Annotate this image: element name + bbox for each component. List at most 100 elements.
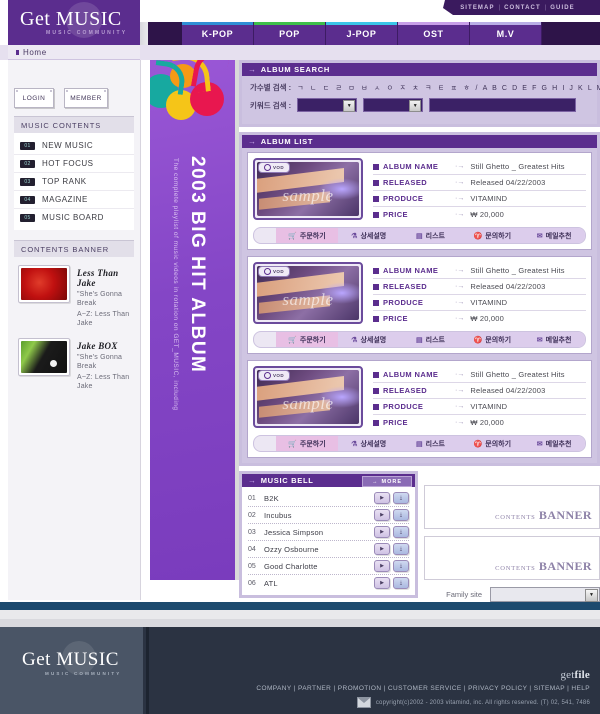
album-card[interactable]: sample VOD ALBUM NAME ·→ Still Ghetto _ …: [247, 256, 592, 354]
nav-item-jpop[interactable]: J-POP: [326, 22, 398, 45]
item-label: HOT FOCUS: [42, 159, 94, 168]
bell-download-button[interactable]: ⤓: [393, 560, 409, 572]
album-field-released: RELEASED ·→ Released 04/22/2003: [373, 175, 586, 191]
details-button[interactable]: ⚗ 상세설명: [337, 436, 400, 451]
bell-play-button[interactable]: ▶: [374, 492, 390, 504]
bell-item[interactable]: 04 Ozzy Osbourne ▶ ⤓: [248, 541, 409, 558]
sidebar-item-magazine[interactable]: 04 MAGAZINE: [14, 191, 134, 209]
list-button-label: 리스트: [425, 336, 445, 344]
footer-accent-band: [0, 602, 600, 610]
field-value: Released 04/22/2003: [470, 178, 546, 187]
mail-recommend-button[interactable]: ✉ 메일추천: [523, 332, 585, 347]
bell-play-button[interactable]: ▶: [374, 543, 390, 555]
mail-recommend-button[interactable]: ✉ 메일추천: [523, 228, 585, 243]
field-value: Released 04/22/2003: [470, 386, 546, 395]
inquiry-button[interactable]: ♈ 문의하기: [461, 436, 524, 451]
bell-download-button[interactable]: ⤓: [393, 509, 409, 521]
contents-banner-slot-2[interactable]: CONTENTS BANNER: [424, 536, 600, 580]
bell-item[interactable]: 01 B2K ▶ ⤓: [248, 490, 409, 507]
bell-download-button[interactable]: ⤓: [393, 543, 409, 555]
keyword-search-label: 키워드 검색 :: [250, 100, 292, 110]
getfile-logo[interactable]: getfile: [560, 669, 590, 681]
bell-item[interactable]: 02 Incubus ▶ ⤓: [248, 507, 409, 524]
list-button[interactable]: ▤ 리스트: [399, 228, 462, 243]
sidebar-item-top-rank[interactable]: 03 TOP RANK: [14, 173, 134, 191]
order-button[interactable]: 🛒 주문하기: [276, 436, 338, 451]
lower-section: → MUSIC BELL → MORE 01 B2K ▶ ⤓ 02 Incubu…: [239, 471, 600, 598]
family-site-select[interactable]: ▼: [490, 586, 600, 602]
music-bell-more-button[interactable]: → MORE: [362, 476, 412, 487]
list-button[interactable]: ▤ 리스트: [399, 436, 462, 451]
thumbnail-image: [21, 341, 67, 373]
search-field-select[interactable]: ▼: [363, 98, 424, 112]
bell-play-button[interactable]: ▶: [374, 509, 390, 521]
album-card[interactable]: sample VOD ALBUM NAME ·→ Still Ghetto _ …: [247, 360, 592, 458]
keyword-input[interactable]: [429, 98, 577, 112]
order-button[interactable]: 🛒 주문하기: [276, 228, 338, 243]
utility-link-sitemap[interactable]: SITEMAP: [460, 5, 494, 11]
bell-download-button[interactable]: ⤓: [393, 526, 409, 538]
mail-recommend-button[interactable]: ✉ 메일추천: [523, 436, 585, 451]
list-button[interactable]: ▤ 리스트: [399, 332, 462, 347]
download-icon: ⤓: [399, 546, 403, 552]
banner-desc-line1: "She's Gonna Break: [77, 291, 123, 307]
question-icon: ♈: [473, 232, 483, 240]
details-button[interactable]: ⚗ 상세설명: [337, 228, 400, 243]
member-button[interactable]: MEMBER: [64, 88, 108, 108]
item-number: 03: [20, 177, 35, 186]
utility-link-contact[interactable]: CONTACT: [504, 5, 541, 11]
thumbnail-image: [21, 268, 67, 300]
banner-item-jake-box[interactable]: Jake BOX "She's Gonna Break A~Z: Less Th…: [14, 334, 134, 397]
nav-item-ost[interactable]: OST: [398, 22, 470, 45]
field-value: Still Ghetto _ Greatest Hits: [470, 266, 565, 275]
album-card[interactable]: sample VOD ALBUM NAME ·→ Still Ghetto _ …: [247, 152, 592, 250]
inquiry-button[interactable]: ♈ 문의하기: [461, 228, 524, 243]
item-label: NEW MUSIC: [42, 141, 94, 150]
banner-placeholder-text: CONTENTS BANNER: [495, 559, 592, 574]
sidebar-item-hot-focus[interactable]: 02 HOT FOCUS: [14, 155, 134, 173]
album-cover[interactable]: sample VOD: [253, 262, 363, 324]
footer-logo[interactable]: Get MUSIC: [22, 649, 119, 671]
album-cover[interactable]: sample VOD: [253, 158, 363, 220]
contents-banner-slot-1[interactable]: CONTENTS BANNER: [424, 485, 600, 529]
field-bullet-icon: [373, 211, 379, 218]
order-button[interactable]: 🛒 주문하기: [276, 332, 338, 347]
more-label: MORE: [381, 478, 402, 485]
logo-wordmark: Get MUSIC: [20, 8, 122, 31]
item-number: 04: [20, 195, 35, 204]
album-field-produce: PRODUCE ·→ VITAMIND: [373, 295, 586, 311]
korean-alphabet-links[interactable]: ㄱ ㄴ ㄷ ㄹ ㅁ ㅂ ㅅ ㅇ ㅈ ㅊ ㅋ ㅌ ㅍ ㅎ: [297, 85, 472, 92]
promo-banner[interactable]: 2003 BIG HIT ALBUM The complete playlist…: [150, 60, 235, 580]
list-icon: ▤: [416, 440, 423, 448]
info-icon: ⚗: [351, 232, 358, 240]
footer-links-text[interactable]: COMPANY | PARTNER | PROMOTION | CUSTOMER…: [256, 685, 590, 692]
mail-icon[interactable]: [356, 697, 371, 708]
details-button-label: 상세설명: [360, 232, 387, 240]
album-cover[interactable]: sample VOD: [253, 366, 363, 428]
utility-link-guide[interactable]: GUIDE: [550, 5, 575, 11]
latin-alphabet-links[interactable]: A B C D E F G H I J K L M N O P Q R S T …: [483, 85, 600, 92]
search-category-select[interactable]: ▼: [297, 98, 358, 112]
inquiry-button[interactable]: ♈ 문의하기: [461, 332, 524, 347]
bell-play-button[interactable]: ▶: [374, 526, 390, 538]
site-logo[interactable]: Get MUSIC MUSIC COMMUNITY: [8, 0, 140, 45]
bell-item[interactable]: 05 Good Charlotte ▶ ⤓: [248, 558, 409, 575]
details-button[interactable]: ⚗ 상세설명: [337, 332, 400, 347]
bell-play-button[interactable]: ▶: [374, 560, 390, 572]
login-button[interactable]: LOGIN: [14, 88, 54, 108]
download-icon: ⤓: [399, 495, 403, 501]
nav-item-mv[interactable]: M.V: [470, 22, 542, 45]
field-key: PRICE: [383, 210, 408, 219]
breadcrumb-current[interactable]: Home: [23, 48, 47, 57]
bell-download-button[interactable]: ⤓: [393, 492, 409, 504]
details-button-label: 상세설명: [360, 440, 387, 448]
sidebar-item-new-music[interactable]: 01 NEW MUSIC: [14, 137, 134, 155]
sidebar-item-music-board[interactable]: 05 MUSIC BOARD: [14, 209, 134, 226]
album-cards-container: sample VOD ALBUM NAME ·→ Still Ghetto _ …: [242, 148, 597, 463]
nav-item-pop[interactable]: POP: [254, 22, 326, 45]
bell-item[interactable]: 03 Jessica Simpson ▶ ⤓: [248, 524, 409, 541]
field-value: VITAMIND: [470, 402, 508, 411]
banner-item-less-than-jake[interactable]: Less Than Jake "She's Gonna Break A~Z: L…: [14, 261, 134, 334]
banner-placeholder-text: CONTENTS BANNER: [495, 508, 592, 523]
nav-item-kpop[interactable]: K-POP: [182, 22, 254, 45]
